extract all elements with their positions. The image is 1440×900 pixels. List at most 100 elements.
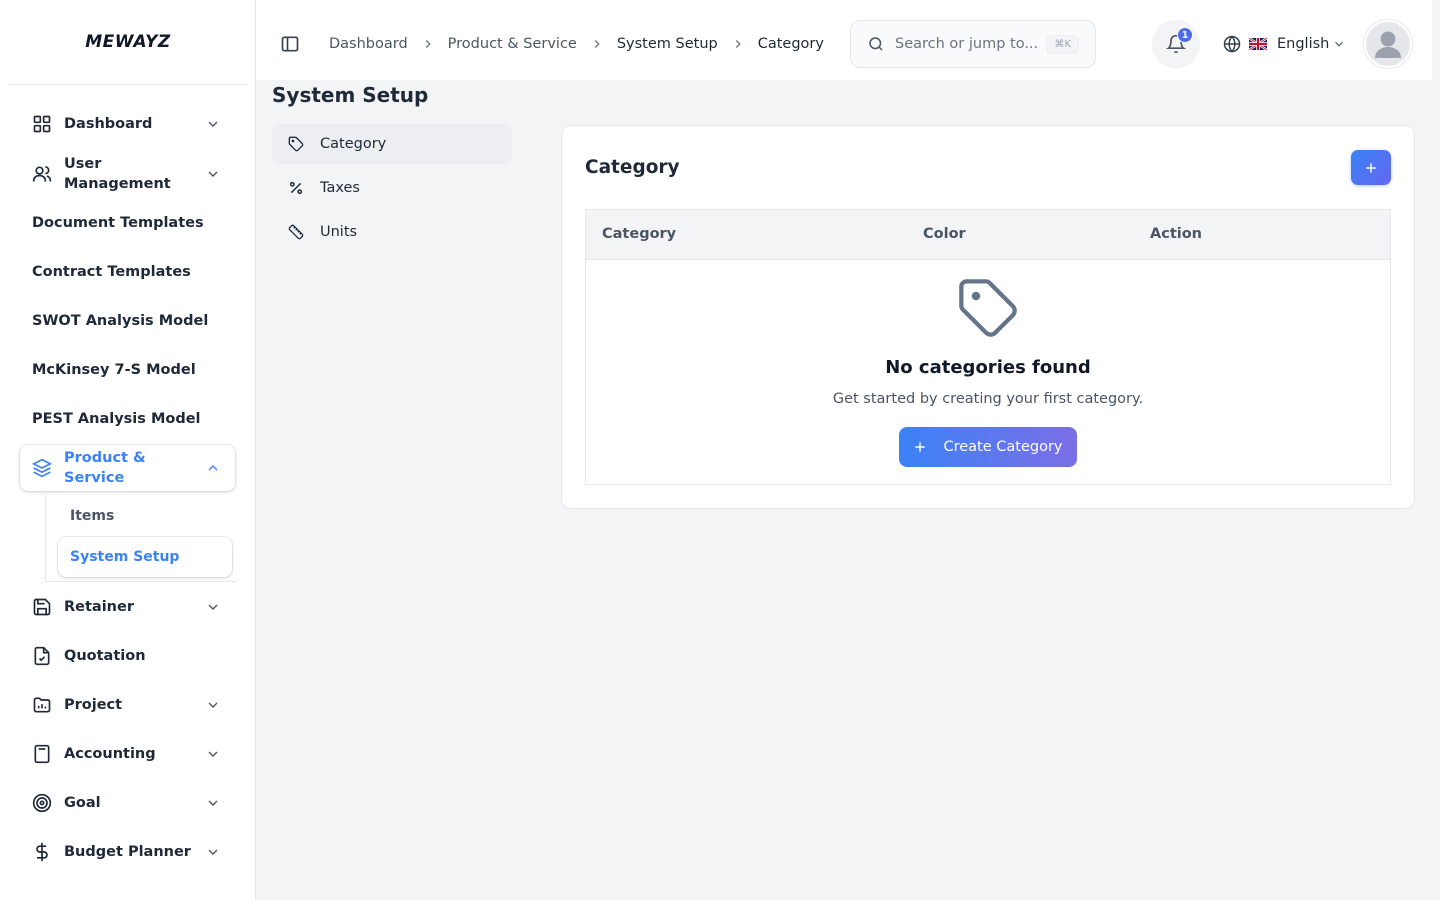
sidebar-item-label: Accounting	[64, 746, 156, 762]
submenu-item-system-setup[interactable]: System Setup	[58, 537, 232, 577]
chevron-up-icon[interactable]	[205, 460, 221, 476]
system-setup-nav: Category Taxes Units	[272, 124, 512, 256]
tag-icon	[959, 279, 1017, 337]
file-check-icon	[34, 646, 50, 666]
sidebar: MEWAYZ Dashboard User Management Documen…	[0, 0, 256, 900]
breadcrumb-product-service[interactable]: Product & Service	[448, 36, 577, 52]
language-label: English	[1277, 36, 1330, 52]
layers-icon	[32, 458, 52, 478]
empty-state-title: No categories found	[885, 357, 1091, 378]
sidebar-item-contract-templates[interactable]: Contract Templates	[20, 250, 235, 294]
empty-state: No categories found Get started by creat…	[586, 260, 1390, 484]
chevron-right-icon	[735, 40, 741, 48]
search-input[interactable]: Search or jump to... ⌘K	[850, 20, 1096, 68]
sidebar-item-label: SWOT Analysis Model	[32, 313, 209, 329]
sidebar-item-label: User Management	[64, 156, 171, 192]
sidebar-item-label: Goal	[64, 795, 101, 811]
breadcrumb-system-setup[interactable]: System Setup	[617, 36, 718, 52]
language-selector[interactable]: English	[1223, 34, 1346, 54]
dollar-icon	[36, 842, 48, 862]
user-silhouette-icon	[1375, 31, 1401, 58]
table-header: Category Color Action	[586, 210, 1390, 260]
submenu-item-items[interactable]: Items	[58, 496, 232, 536]
sidebar-item-goal[interactable]: Goal	[20, 781, 235, 825]
plus-icon	[915, 442, 926, 452]
chevron-down-icon[interactable]	[205, 599, 221, 615]
breadcrumb-category: Category	[757, 36, 824, 52]
sidebar-item-document-templates[interactable]: Document Templates	[20, 201, 235, 245]
setup-nav-label: Taxes	[320, 180, 360, 196]
setup-nav-label: Category	[320, 136, 387, 152]
chevron-down-icon[interactable]	[205, 844, 221, 860]
chevron-right-icon	[594, 40, 600, 48]
search-shortcut: ⌘K	[1046, 34, 1079, 54]
folder-chart-icon	[33, 697, 51, 713]
sidebar-item-label: Contract Templates	[32, 264, 191, 280]
plus-icon	[1366, 162, 1376, 173]
category-table: Category Color Action No categories foun…	[585, 209, 1391, 485]
setup-nav-taxes[interactable]: Taxes	[272, 168, 512, 208]
product-service-submenu: Items System Setup	[45, 494, 237, 582]
sidebar-item-quotation[interactable]: Quotation	[20, 634, 235, 678]
sidebar-item-accounting[interactable]: Accounting	[20, 732, 235, 776]
chevron-down-icon[interactable]	[205, 795, 221, 811]
sidebar-item-label: Dashboard	[64, 116, 153, 132]
chevron-down-icon	[1335, 41, 1344, 47]
target-icon	[32, 793, 52, 813]
sidebar-toggle-icon[interactable]	[280, 34, 300, 54]
sidebar-item-dashboard[interactable]: Dashboard	[20, 102, 235, 146]
breadcrumb: Dashboard Product & Service System Setup…	[329, 34, 824, 54]
notification-count-badge: 1	[1177, 27, 1193, 43]
uk-flag-icon	[1249, 38, 1267, 50]
top-header: Dashboard Product & Service System Setup…	[256, 0, 1432, 80]
sidebar-item-project[interactable]: Project	[20, 683, 235, 727]
brand-logo[interactable]: MEWAYZ	[85, 32, 171, 52]
category-card: Category Category Color Action No catego…	[561, 125, 1415, 509]
calculator-icon	[34, 744, 50, 764]
sidebar-item-mckinsey-7s[interactable]: McKinsey 7-S Model	[20, 348, 235, 392]
column-header-action: Action	[1150, 226, 1203, 242]
ruler-icon	[288, 224, 304, 240]
sidebar-item-label: Document Templates	[32, 215, 204, 231]
globe-icon	[1223, 35, 1241, 53]
tag-icon	[288, 136, 304, 152]
sidebar-item-pest-analysis[interactable]: PEST Analysis Model	[20, 397, 235, 441]
sidebar-item-label: McKinsey 7-S Model	[32, 362, 196, 378]
sidebar-item-budget-planner[interactable]: Budget Planner	[20, 830, 235, 874]
chevron-down-icon[interactable]	[205, 746, 221, 762]
sidebar-item-swot-analysis[interactable]: SWOT Analysis Model	[20, 299, 235, 343]
setup-nav-label: Units	[320, 224, 358, 240]
chevron-down-icon[interactable]	[205, 697, 221, 713]
column-header-category[interactable]: Category	[602, 226, 676, 242]
chevron-down-icon[interactable]	[205, 116, 221, 132]
column-header-color[interactable]: Color	[923, 226, 966, 242]
breadcrumb-dashboard[interactable]: Dashboard	[329, 36, 408, 52]
add-category-button[interactable]	[1351, 150, 1391, 185]
sidebar-item-label: Retainer	[64, 599, 134, 615]
chevron-down-icon[interactable]	[205, 166, 221, 182]
sidebar-item-retainer[interactable]: Retainer	[20, 585, 235, 629]
chevron-right-icon	[425, 40, 431, 48]
sidebar-item-label: Budget Planner	[64, 844, 191, 860]
notifications-button[interactable]: 1	[1152, 20, 1200, 68]
setup-nav-category[interactable]: Category	[272, 124, 512, 164]
sidebar-item-label: PEST Analysis Model	[32, 411, 201, 427]
sidebar-item-user-management[interactable]: User Management	[20, 151, 235, 197]
search-placeholder: Search or jump to...	[895, 36, 1039, 52]
sidebar-item-label: Product & Service	[64, 450, 146, 486]
create-category-label: Create Category	[943, 439, 1063, 455]
create-category-button[interactable]: Create Category	[899, 427, 1077, 467]
save-icon	[33, 598, 51, 616]
sidebar-item-label: Project	[64, 697, 123, 713]
grid-icon	[33, 115, 51, 133]
sidebar-item-product-service[interactable]: Product & Service	[20, 445, 235, 491]
user-avatar[interactable]	[1364, 20, 1412, 68]
users-icon	[32, 166, 52, 182]
logo-area: MEWAYZ	[8, 0, 248, 85]
empty-state-text: Get started by creating your first categ…	[832, 391, 1144, 407]
setup-nav-units[interactable]: Units	[272, 212, 512, 252]
page-title: System Setup	[272, 83, 429, 107]
sidebar-item-label: Quotation	[64, 648, 146, 664]
percent-icon	[289, 181, 303, 195]
card-title: Category	[585, 157, 680, 178]
